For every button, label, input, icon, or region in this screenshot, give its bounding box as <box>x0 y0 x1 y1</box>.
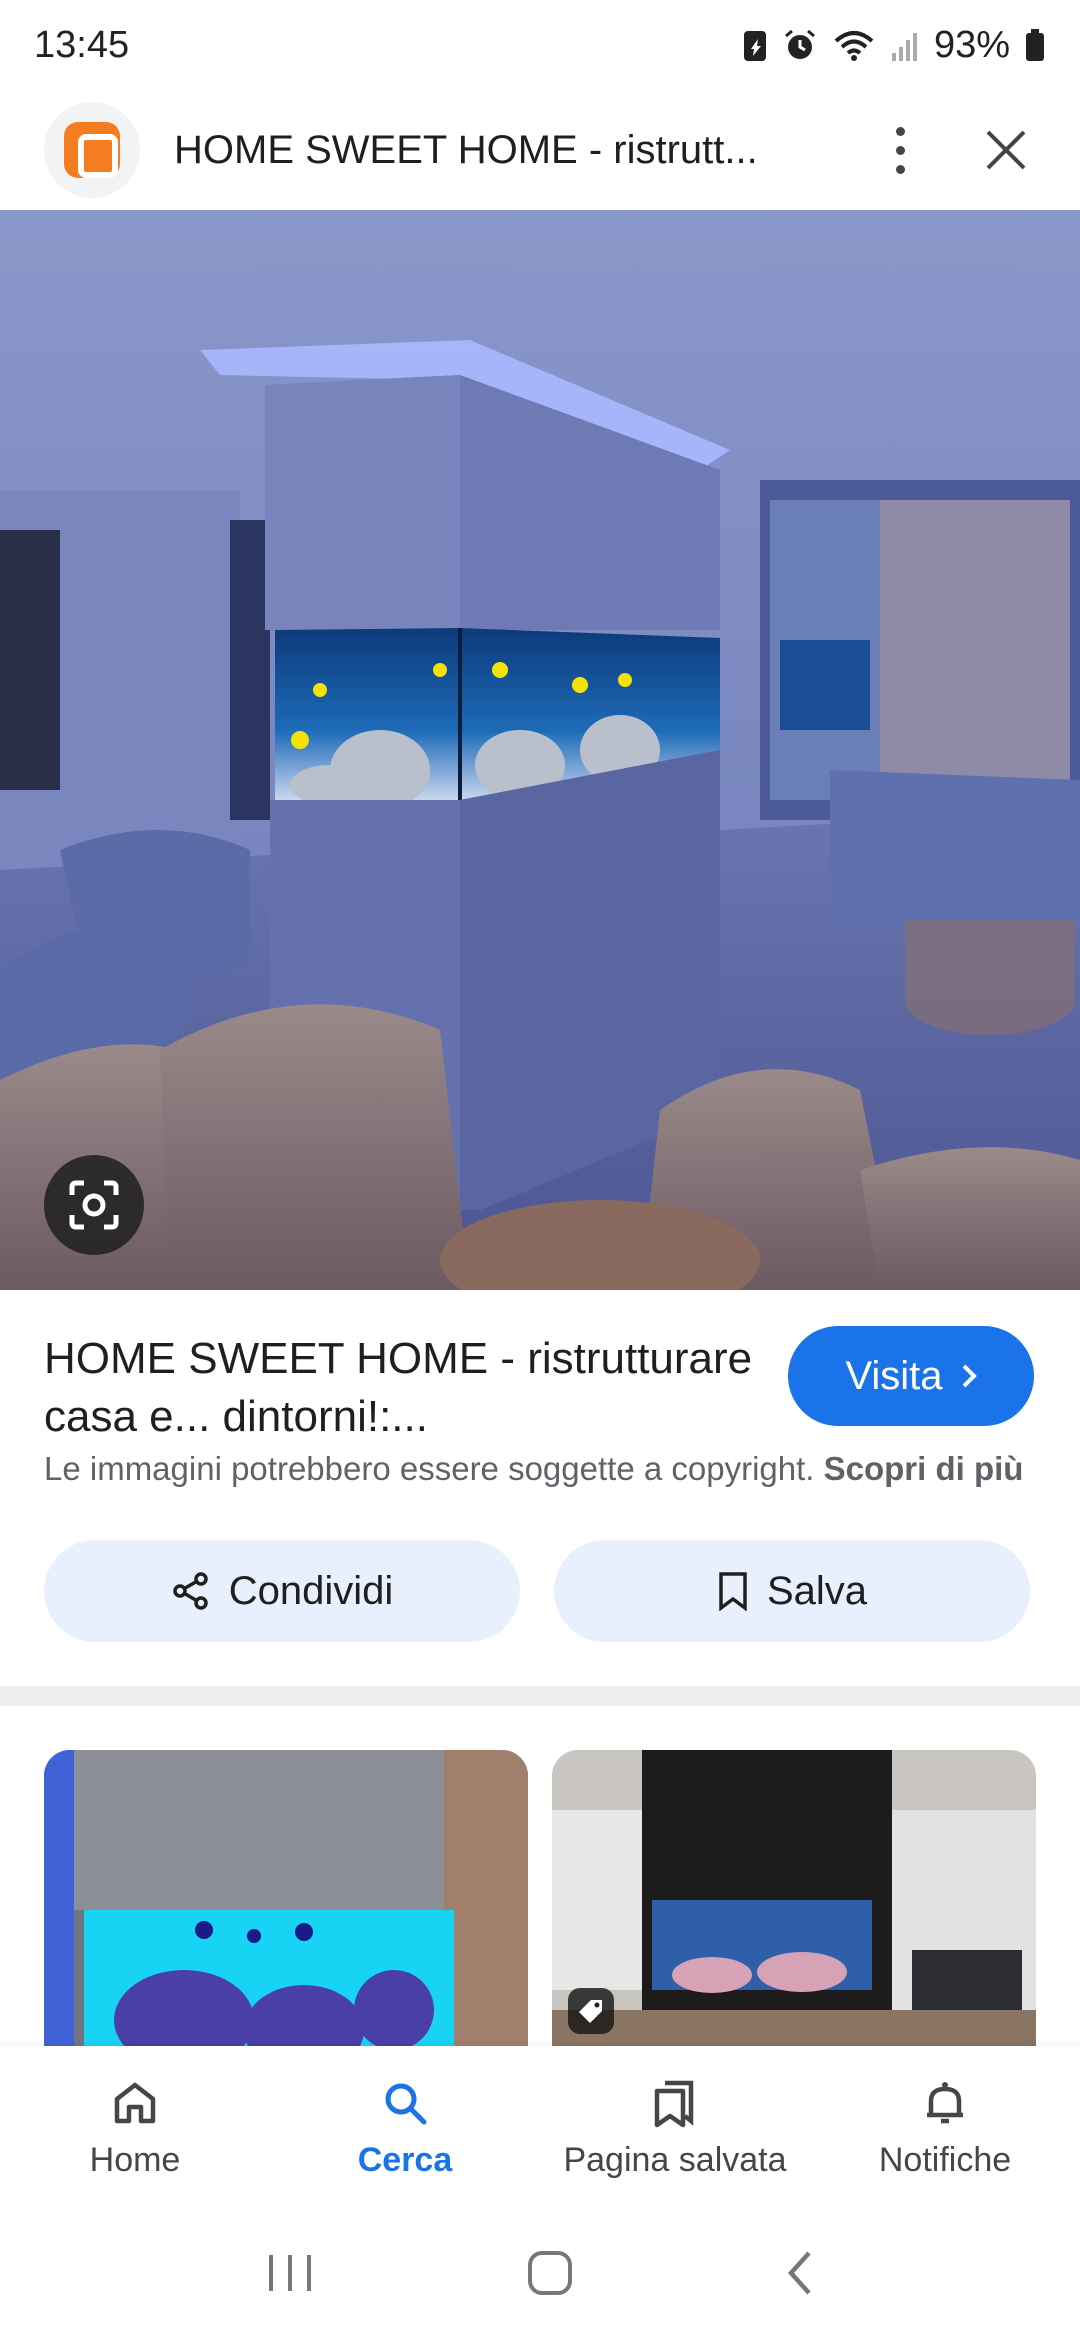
bookmark-icon <box>719 1572 747 1611</box>
dot-icon <box>895 126 905 136</box>
nav-search[interactable]: Cerca <box>270 2046 540 2210</box>
share-icon <box>172 1572 208 1610</box>
battery-saver-icon <box>743 31 766 61</box>
lens-icon <box>69 1180 119 1230</box>
status-time: 13:45 <box>34 23 130 66</box>
share-label: Condividi <box>228 1568 394 1613</box>
copyright-text: Le immagini potrebbero essere soggette a… <box>44 1450 815 1487</box>
dot-icon <box>895 164 905 174</box>
related-image[interactable] <box>552 1750 1036 2050</box>
nav-saved-label: Pagina salvata <box>563 2140 787 2179</box>
hero-image[interactable] <box>0 210 1080 1290</box>
nav-notifications[interactable]: Notifiche <box>810 2046 1080 2210</box>
system-navigation <box>0 2210 1080 2340</box>
back-icon <box>787 2250 811 2295</box>
search-icon <box>385 2083 427 2124</box>
viewer-header: HOME SWEET HOME - ristrutt... <box>0 90 1080 210</box>
status-bar: 13:45 93% <box>0 0 1080 90</box>
product-tag-icon <box>568 1988 614 2034</box>
result-title[interactable]: HOME SWEET HOME - ristrutturare casa e..… <box>44 1330 764 1446</box>
back-button[interactable] <box>785 2249 815 2302</box>
recent-apps-button[interactable] <box>265 2251 315 2300</box>
home-system-button[interactable] <box>526 2249 574 2302</box>
copyright-notice: Le immagini potrebbero essere soggette a… <box>44 1450 1023 1488</box>
home-icon <box>114 2082 156 2123</box>
more-options-button[interactable] <box>880 115 920 185</box>
close-button[interactable] <box>976 120 1036 180</box>
nav-home-label: Home <box>89 2140 181 2179</box>
blogger-icon <box>64 122 120 178</box>
save-button[interactable]: Salva <box>554 1540 1030 1642</box>
alarm-icon <box>784 29 815 59</box>
google-lens-button[interactable] <box>44 1155 144 1255</box>
bottom-navigation: Home Cerca Pagina salvata Notifiche <box>0 2046 1080 2210</box>
nav-notifications-label: Notifiche <box>878 2140 1012 2179</box>
related-image[interactable] <box>44 1750 528 2050</box>
source-favicon[interactable] <box>44 102 140 198</box>
aquarium-room-photo <box>0 210 1080 1290</box>
close-icon <box>986 130 1026 170</box>
home-square-icon <box>527 2250 572 2295</box>
section-divider <box>0 1686 1080 1706</box>
signal-icon <box>891 33 917 61</box>
recent-apps-icon <box>269 2254 312 2291</box>
bell-icon <box>927 2081 963 2123</box>
image-details: HOME SWEET HOME - ristrutturare casa e..… <box>0 1290 1080 1690</box>
related-aquarium-photo <box>552 1750 1036 2050</box>
battery-percent: 93% <box>933 23 1010 66</box>
learn-more-link[interactable]: Scopri di più <box>824 1450 1024 1487</box>
battery-icon <box>1026 29 1044 61</box>
bookmarks-icon <box>654 2080 694 2127</box>
dot-icon <box>895 145 905 155</box>
status-icons: 93% <box>742 24 1046 67</box>
nav-home[interactable]: Home <box>0 2046 270 2210</box>
related-images-grid <box>0 1750 1080 2050</box>
visit-button[interactable]: Visita <box>788 1326 1034 1426</box>
nav-search-label: Cerca <box>357 2140 453 2179</box>
related-aquarium-photo <box>44 1750 528 2050</box>
save-label: Salva <box>766 1568 868 1613</box>
nav-saved[interactable]: Pagina salvata <box>540 2046 810 2210</box>
share-button[interactable]: Condividi <box>44 1540 520 1642</box>
wifi-icon <box>834 31 874 61</box>
source-title[interactable]: HOME SWEET HOME - ristrutt... <box>174 128 754 173</box>
visit-label: Visita <box>845 1353 943 1398</box>
chevron-right-icon <box>962 1364 977 1388</box>
